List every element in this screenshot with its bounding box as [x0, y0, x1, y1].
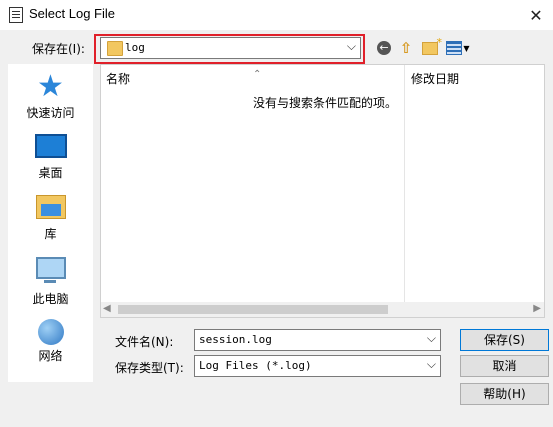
- horizontal-scrollbar[interactable]: ◀ ▶: [101, 302, 544, 317]
- folder-icon: [107, 41, 123, 56]
- filename-label: 文件名(N):: [115, 335, 174, 349]
- column-header-date[interactable]: 修改日期: [411, 70, 459, 87]
- back-button[interactable]: ←: [375, 38, 393, 58]
- column-header-name[interactable]: 名称 ⌃: [106, 69, 261, 87]
- look-in-value: log: [125, 41, 145, 54]
- place-network[interactable]: 网络: [8, 319, 93, 364]
- sort-ascending-icon: ⌃: [253, 69, 262, 80]
- filename-combo[interactable]: session.log ⌵: [194, 329, 441, 351]
- view-menu-icon: [446, 41, 463, 55]
- scrollbar-thumb[interactable]: [118, 305, 388, 314]
- caret-down-icon: ▼: [463, 43, 470, 53]
- save-dialog: Select Log File ✕ 保存在(I): log ⌵ ← ⇧ ▼ ★ …: [0, 0, 553, 427]
- empty-message: 没有与搜索条件匹配的项。: [253, 96, 398, 110]
- save-button[interactable]: 保存(S): [460, 329, 549, 351]
- place-label: 此电脑: [32, 292, 69, 306]
- filename-value: session.log: [199, 333, 272, 346]
- scroll-right-icon[interactable]: ▶: [533, 303, 541, 314]
- view-menu-button[interactable]: ▼: [445, 38, 471, 58]
- place-library[interactable]: 库: [8, 195, 93, 242]
- file-list[interactable]: 名称 ⌃ 修改日期 没有与搜索条件匹配的项。 ◀ ▶: [100, 64, 545, 318]
- window-title: Select Log File: [29, 6, 115, 21]
- app-icon: [9, 7, 23, 23]
- close-button[interactable]: ✕: [519, 0, 553, 30]
- place-label: 桌面: [38, 166, 63, 180]
- network-icon: [37, 319, 64, 345]
- chevron-down-icon: ⌵: [426, 357, 436, 371]
- filetype-value: Log Files (*.log): [199, 359, 312, 372]
- scroll-left-icon[interactable]: ◀: [103, 303, 111, 314]
- column-divider: [404, 65, 405, 304]
- chevron-down-icon: ⌵: [346, 39, 356, 53]
- help-button[interactable]: 帮助(H): [460, 383, 549, 405]
- place-quick-access[interactable]: ★ 快速访问: [8, 72, 93, 121]
- new-folder-button[interactable]: [420, 36, 442, 58]
- place-label: 快速访问: [26, 106, 75, 120]
- place-desktop[interactable]: 桌面: [8, 134, 93, 181]
- up-folder-icon: ⇧: [399, 39, 413, 57]
- quick-access-star-icon: ★: [37, 69, 64, 104]
- title-bar: Select Log File ✕: [0, 0, 553, 30]
- this-pc-icon: [35, 257, 66, 283]
- library-icon: [35, 195, 66, 219]
- place-this-pc[interactable]: 此电脑: [8, 257, 93, 307]
- filetype-label: 保存类型(T):: [115, 361, 184, 375]
- column-name-label: 名称: [106, 72, 131, 86]
- up-folder-button[interactable]: ⇧: [397, 38, 415, 58]
- place-label: 库: [44, 227, 57, 241]
- filetype-select[interactable]: Log Files (*.log) ⌵: [194, 355, 441, 377]
- look-in-combo[interactable]: log ⌵: [100, 37, 361, 59]
- place-label: 网络: [38, 349, 63, 363]
- places-bar: ★ 快速访问 桌面 库 此电脑 网络: [8, 64, 93, 382]
- back-icon: ←: [377, 41, 391, 55]
- new-folder-icon: [422, 36, 442, 55]
- cancel-button[interactable]: 取消: [460, 355, 549, 377]
- desktop-icon: [34, 134, 67, 158]
- chevron-down-icon: ⌵: [426, 331, 436, 345]
- look-in-label: 保存在(I):: [32, 42, 85, 56]
